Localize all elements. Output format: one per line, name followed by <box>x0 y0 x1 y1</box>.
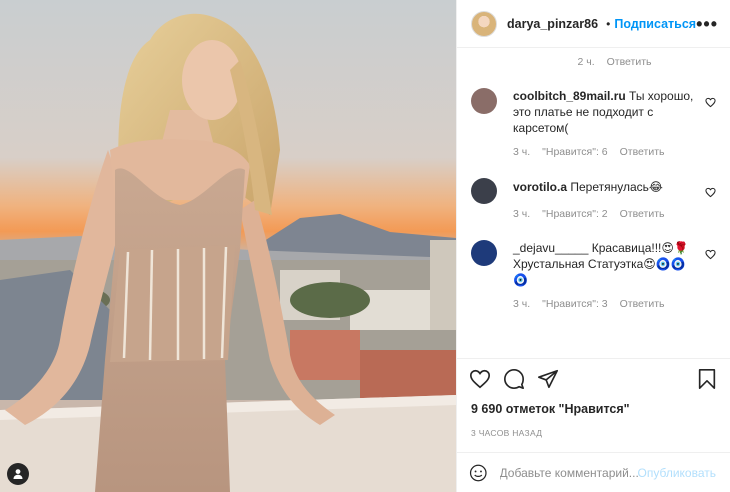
comments-list[interactable]: 2 ч. Ответить coolbitch_89mail.ru Ты хор… <box>457 48 730 358</box>
caption-meta: 2 ч. Ответить <box>513 56 716 68</box>
comment-likes-count[interactable]: "Нравится": 3 <box>542 298 607 310</box>
comment-item: coolbitch_89mail.ru Ты хорошо, это плать… <box>471 88 716 158</box>
share-icon[interactable] <box>537 368 559 390</box>
comment-likes-count[interactable]: "Нравится": 6 <box>542 146 607 158</box>
user-tag-icon[interactable] <box>7 463 29 485</box>
comment-like-icon[interactable] <box>705 249 716 260</box>
commenter-avatar[interactable] <box>471 178 497 204</box>
commenter-avatar[interactable] <box>471 240 497 266</box>
comment-body: _dejavu_____ Красавица!!!😍🌹 Хрустальная … <box>513 240 697 288</box>
likes-count[interactable]: 9 690 отметок "Нравится" <box>457 402 730 416</box>
comment-row: coolbitch_89mail.ru Ты хорошо, это плать… <box>471 88 716 136</box>
publish-button[interactable]: Опубликовать <box>638 466 716 480</box>
post-timestamp: 3 часов назад <box>471 428 543 438</box>
comment-likes-count[interactable]: "Нравится": 2 <box>542 208 607 220</box>
commenter-username[interactable]: coolbitch_89mail.ru <box>513 89 626 103</box>
comment-row: _dejavu_____ Красавица!!!😍🌹 Хрустальная … <box>471 240 716 288</box>
author-avatar[interactable] <box>471 10 497 37</box>
comment-icon[interactable] <box>503 368 525 390</box>
follow-button[interactable]: Подписаться <box>614 17 696 31</box>
photo-illustration <box>0 0 456 492</box>
comment-time: 3 ч. <box>513 208 531 220</box>
commenter-username[interactable]: vorotilo.a <box>513 180 567 194</box>
comment-meta: 3 ч. "Нравится": 6 Ответить <box>513 146 716 158</box>
comment-like-icon[interactable] <box>705 187 716 198</box>
commenter-avatar[interactable] <box>471 88 497 114</box>
comment-input[interactable] <box>499 465 638 480</box>
comment-item: vorotilo.a Перетянулась😂 3 ч. "Нравится"… <box>471 178 716 220</box>
heart-icon[interactable] <box>469 368 491 390</box>
comment-text: Перетянулась😂 <box>570 180 663 194</box>
comment-reply-button[interactable]: Ответить <box>620 208 665 220</box>
comment-reply-button[interactable]: Ответить <box>620 146 665 158</box>
post-photo[interactable] <box>0 0 456 492</box>
comment-item: _dejavu_____ Красавица!!!😍🌹 Хрустальная … <box>471 240 716 310</box>
caption-time: 2 ч. <box>577 56 595 68</box>
more-options-icon[interactable]: ••• <box>696 15 718 33</box>
caption-reply-button[interactable]: Ответить <box>607 56 652 68</box>
person-icon <box>13 469 23 479</box>
comment-body: vorotilo.a Перетянулась😂 <box>513 179 663 195</box>
post-side-panel: darya_pinzar86 • Подписаться ••• 2 ч. От… <box>456 0 730 492</box>
comment-like-icon[interactable] <box>705 97 716 108</box>
commenter-username[interactable]: _dejavu_____ <box>513 241 588 255</box>
comment-body: coolbitch_89mail.ru Ты хорошо, это плать… <box>513 88 697 136</box>
post-header: darya_pinzar86 • Подписаться ••• <box>457 0 730 48</box>
comment-time: 3 ч. <box>513 146 531 158</box>
comment-meta: 3 ч. "Нравится": 2 Ответить <box>513 208 716 220</box>
emoji-icon[interactable] <box>469 462 488 484</box>
author-username[interactable]: darya_pinzar86 <box>507 17 598 31</box>
comment-meta: 3 ч. "Нравится": 3 Ответить <box>513 298 716 310</box>
bookmark-icon[interactable] <box>696 368 718 390</box>
comment-time: 3 ч. <box>513 298 531 310</box>
comment-composer: Опубликовать <box>457 452 730 492</box>
instagram-post-modal: darya_pinzar86 • Подписаться ••• 2 ч. От… <box>0 0 730 492</box>
comment-row: vorotilo.a Перетянулась😂 <box>471 178 716 204</box>
comment-reply-button[interactable]: Ответить <box>620 298 665 310</box>
separator-dot: • <box>606 16 611 31</box>
post-actions-bar <box>457 358 730 398</box>
